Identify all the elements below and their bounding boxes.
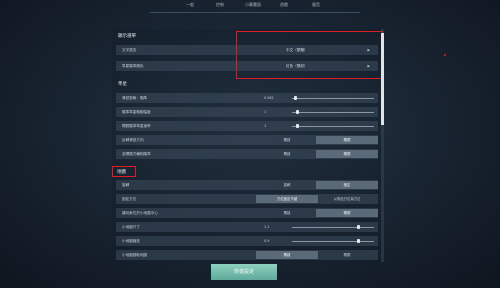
reticle-color-label: 準星瞄準顏色 <box>122 63 144 68</box>
reset-settings-button[interactable]: 恢復設定 <box>211 264 277 280</box>
aim-slider-label: 滑鼠靈敏：瞄準 <box>122 95 148 100</box>
option-off[interactable]: 關閉 <box>316 136 378 144</box>
aim-assist-label: 游標模式輔助瞄準 <box>122 151 151 156</box>
aim-slider-row[interactable]: 瞄準準星聯動幅度 1 <box>116 107 378 117</box>
nav-divider <box>150 12 360 13</box>
slider-track[interactable] <box>292 111 374 113</box>
aim-slider-value: 1 <box>264 123 267 128</box>
invert-mouse-row: 反轉滑鼠方向 開啟 關閉 <box>116 135 378 145</box>
scrollbar[interactable] <box>381 29 384 262</box>
slider-track[interactable] <box>292 97 374 99</box>
map-rotate-label: 旋轉 <box>122 182 130 187</box>
scrollbar-thumb[interactable] <box>381 33 384 125</box>
top-nav: 一般 控制 小算畫面 遊戲 聲音 <box>0 0 500 14</box>
section-display-title: 顯示選單 <box>118 34 136 39</box>
slider-knob[interactable] <box>357 225 360 229</box>
slider-track[interactable] <box>292 240 374 242</box>
aim-slider-value: 1 <box>264 109 267 114</box>
red-dot-marker <box>444 54 446 56</box>
slider-track[interactable] <box>292 125 374 127</box>
minimap-zoom-value: 0.9 <box>264 238 270 243</box>
highlight-box-map <box>112 166 136 177</box>
tab-display[interactable]: 小算畫面 <box>245 2 261 8</box>
minimap-read-row: 小地圖讀取地圖 開啟 關閉 <box>116 250 378 260</box>
minimap-read-label: 小地圖讀取地圖 <box>122 252 148 257</box>
aim-slider-value: 0.562 <box>264 95 274 100</box>
map-center-row: 讓玩家位於小地圖中心 開啟 關閉 <box>116 208 378 218</box>
slider-knob[interactable] <box>296 110 299 114</box>
option-fixed[interactable]: 固定 <box>316 181 378 189</box>
option-off[interactable]: 關閉 <box>316 150 378 158</box>
language-label: 文字語言 <box>122 47 137 52</box>
option-on[interactable]: 開啟 <box>256 136 318 144</box>
tab-game[interactable]: 遊戲 <box>280 2 288 8</box>
slider-knob[interactable] <box>294 96 297 100</box>
map-orientation-label: 固定方位 <box>122 196 137 201</box>
option-on[interactable]: 開啟 <box>256 209 318 217</box>
tab-general[interactable]: 一般 <box>186 2 194 8</box>
minimap-zoom-label: 小地圖縮放 <box>122 238 140 243</box>
option-off[interactable]: 關閉 <box>316 251 378 259</box>
slider-track[interactable] <box>292 226 374 228</box>
aim-slider-label: 瞄準準星聯動幅度 <box>122 109 151 114</box>
option-on[interactable]: 開啟 <box>256 251 318 259</box>
highlight-box-display <box>236 31 383 79</box>
aim-assist-row: 游標模式輔助瞄準 開啟 關閉 <box>116 149 378 159</box>
option-character-orientation[interactable]: 以角色方位為方位 <box>316 195 378 203</box>
tab-audio[interactable]: 聲音 <box>312 2 320 8</box>
minimap-size-label: 小地圖尺寸 <box>122 224 140 229</box>
aim-slider-label: 開鏡瞄準準星速率 <box>122 123 151 128</box>
tab-controls[interactable]: 控制 <box>216 2 224 8</box>
minimap-zoom-row[interactable]: 小地圖縮放 0.9 <box>116 236 378 246</box>
map-orientation-row: 固定方位 方位固定不變 以角色方位為方位 <box>116 194 378 204</box>
minimap-size-value: 1.1 <box>264 224 270 229</box>
section-aim-title: 準星 <box>118 82 127 87</box>
aim-slider-row[interactable]: 開鏡瞄準準星速率 1 <box>116 121 378 131</box>
map-rotate-row: 旋轉 旋轉 固定 <box>116 180 378 190</box>
invert-mouse-label: 反轉滑鼠方向 <box>122 137 144 142</box>
map-center-label: 讓玩家位於小地圖中心 <box>122 210 158 215</box>
option-on[interactable]: 開啟 <box>256 150 318 158</box>
aim-slider-row[interactable]: 滑鼠靈敏：瞄準 0.562 <box>116 93 378 103</box>
option-off[interactable]: 關閉 <box>316 209 378 217</box>
option-rotate[interactable]: 旋轉 <box>256 181 318 189</box>
slider-knob[interactable] <box>296 124 299 128</box>
option-fixed-orientation[interactable]: 方位固定不變 <box>256 195 318 203</box>
minimap-size-row[interactable]: 小地圖尺寸 1.1 <box>116 222 378 232</box>
slider-knob[interactable] <box>357 239 360 243</box>
